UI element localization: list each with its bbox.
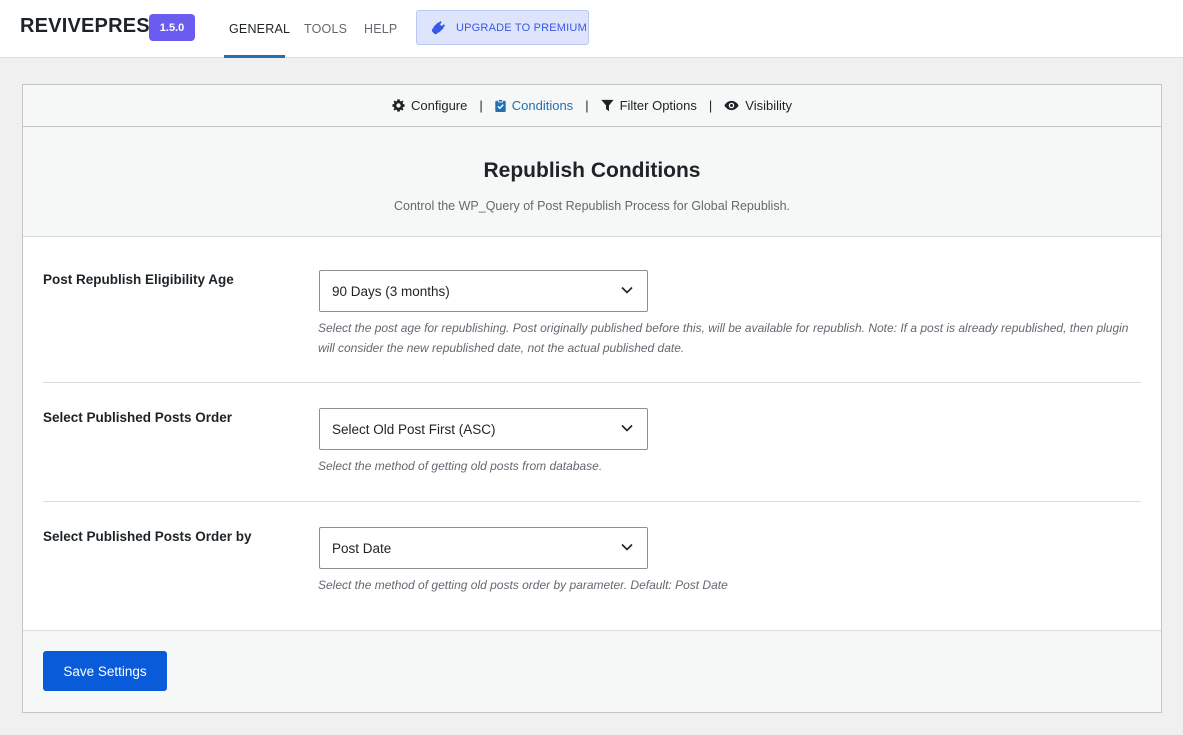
select-value: Post Date	[332, 540, 392, 556]
tab-general[interactable]: GENERAL	[229, 22, 290, 36]
subnav-configure-label: Configure	[410, 98, 468, 113]
setting-row-posts-order-by: Select Published Posts Order by Post Dat…	[43, 502, 1141, 632]
chevron-down-icon	[621, 286, 633, 294]
upgrade-to-premium-button[interactable]: UPGRADE TO PREMIUM	[416, 10, 589, 45]
subnav-visibility[interactable]: Visibility	[724, 98, 792, 113]
upgrade-label: UPGRADE TO PREMIUM	[456, 21, 587, 34]
chevron-down-icon	[621, 543, 633, 551]
posts-order-select[interactable]: Select Old Post First (ASC)	[319, 408, 648, 450]
select-value: 90 Days (3 months)	[332, 283, 450, 299]
section-header: Republish Conditions Control the WP_Quer…	[23, 127, 1161, 237]
plug-icon	[431, 20, 446, 35]
select-value: Select Old Post First (ASC)	[332, 421, 496, 437]
subnav-configure[interactable]: Configure	[392, 98, 467, 113]
subnav-visibility-label: Visibility	[745, 98, 792, 113]
subnav-filter-options-label: Filter Options	[619, 98, 697, 113]
subnav-conditions-label: Conditions	[511, 98, 574, 113]
settings-panel: Configure | Conditions | Filter Options …	[22, 84, 1162, 713]
filter-icon	[600, 99, 614, 112]
subnav-separator: |	[585, 98, 589, 113]
tab-tools[interactable]: TOOLS	[304, 22, 347, 36]
tab-help[interactable]: HELP	[364, 22, 397, 36]
subnav-separator: |	[708, 98, 713, 113]
setting-description: Select the post age for republishing. Po…	[318, 321, 1129, 355]
version-badge: 1.5.0	[149, 14, 195, 41]
setting-row-eligibility-age: Post Republish Eligibility Age 90 Days (…	[43, 237, 1141, 383]
brand-logo: REVIVEPRESS	[20, 15, 164, 37]
setting-row-posts-order: Select Published Posts Order Select Old …	[43, 383, 1141, 502]
gear-icon	[392, 99, 405, 112]
subnav-conditions[interactable]: Conditions	[495, 98, 573, 113]
active-tab-indicator	[224, 55, 285, 58]
save-settings-button[interactable]: Save Settings	[43, 651, 167, 691]
setting-description: Select the method of getting old posts f…	[318, 459, 603, 473]
posts-order-by-select[interactable]: Post Date	[319, 527, 648, 569]
setting-description: Select the method of getting old posts o…	[318, 578, 728, 592]
eligibility-age-select[interactable]: 90 Days (3 months)	[319, 270, 648, 312]
page-title: Republish Conditions	[483, 159, 701, 182]
page-subtitle: Control the WP_Query of Post Republish P…	[393, 199, 791, 213]
clipboard-check-icon	[495, 99, 506, 112]
section-subnav: Configure | Conditions | Filter Options …	[23, 85, 1161, 127]
eye-icon	[724, 100, 739, 111]
chevron-down-icon	[621, 424, 633, 432]
setting-label: Select Published Posts Order by	[43, 529, 252, 544]
subnav-filter-options[interactable]: Filter Options	[600, 98, 697, 113]
setting-label: Post Republish Eligibility Age	[43, 272, 234, 287]
subnav-separator: |	[479, 98, 483, 113]
panel-footer: Save Settings	[23, 630, 1161, 712]
top-bar: REVIVEPRESS 1.5.0 GENERAL TOOLS HELP UPG…	[0, 0, 1183, 58]
setting-label: Select Published Posts Order	[43, 410, 233, 425]
